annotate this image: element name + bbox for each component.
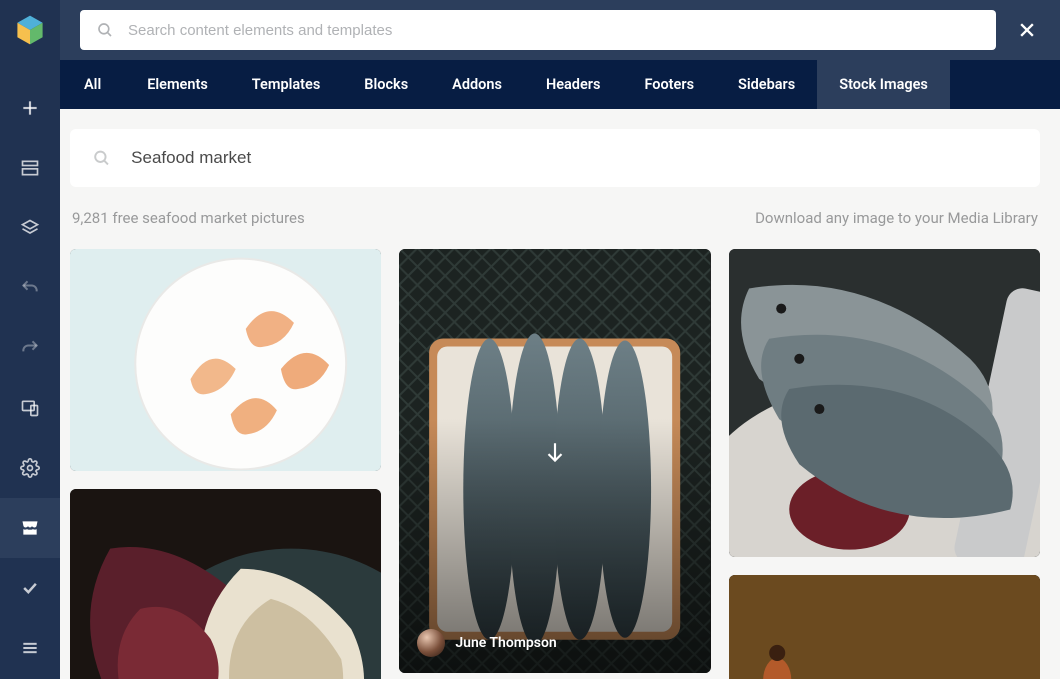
image-card[interactable]: [70, 249, 381, 471]
tab-sidebars[interactable]: Sidebars: [716, 60, 817, 109]
stock-search-input[interactable]: [131, 148, 1018, 168]
stock-search[interactable]: [70, 129, 1040, 187]
tab-templates[interactable]: Templates: [230, 60, 343, 109]
author-name: June Thompson: [455, 635, 556, 651]
content-area: 9,281 free seafood market pictures Downl…: [60, 109, 1060, 679]
results-hint: Download any image to your Media Library: [755, 209, 1038, 227]
sidebar-layers[interactable]: [0, 198, 60, 258]
search-icon: [92, 148, 111, 168]
close-icon: [1017, 20, 1037, 40]
image-card[interactable]: [70, 489, 381, 679]
download-button[interactable]: [535, 433, 575, 473]
tab-all[interactable]: All: [60, 60, 125, 109]
sidebar-devices[interactable]: [0, 378, 60, 438]
sidebar-menu[interactable]: [0, 618, 60, 678]
image-card-hovered[interactable]: June Thompson: [399, 249, 710, 673]
sidebar-add[interactable]: [0, 78, 60, 138]
tab-headers[interactable]: Headers: [524, 60, 623, 109]
sidebar-redo[interactable]: [0, 318, 60, 378]
image-card[interactable]: [729, 575, 1040, 679]
app-logo: [12, 12, 48, 48]
close-button[interactable]: [1014, 17, 1040, 43]
tab-stock-images[interactable]: Stock Images: [817, 60, 950, 109]
sidebar-layout[interactable]: [0, 138, 60, 198]
avatar: [417, 629, 445, 657]
global-search-input[interactable]: [128, 22, 980, 39]
category-tabs: All Elements Templates Blocks Addons Hea…: [60, 60, 1060, 109]
sidebar-undo[interactable]: [0, 258, 60, 318]
tab-elements[interactable]: Elements: [125, 60, 230, 109]
global-search[interactable]: [80, 10, 996, 50]
left-sidebar: [0, 0, 60, 679]
tab-blocks[interactable]: Blocks: [342, 60, 430, 109]
sidebar-store[interactable]: [0, 498, 60, 558]
main-panel: All Elements Templates Blocks Addons Hea…: [60, 0, 1060, 679]
sidebar-settings[interactable]: [0, 438, 60, 498]
download-icon: [542, 440, 568, 466]
search-icon: [96, 21, 114, 39]
image-card[interactable]: [729, 249, 1040, 557]
results-meta: 9,281 free seafood market pictures Downl…: [70, 209, 1040, 227]
tab-addons[interactable]: Addons: [430, 60, 524, 109]
tab-footers[interactable]: Footers: [622, 60, 716, 109]
image-gallery: June Thompson: [70, 249, 1040, 679]
sidebar-check[interactable]: [0, 558, 60, 618]
image-author[interactable]: June Thompson: [417, 629, 556, 657]
results-count: 9,281 free seafood market pictures: [72, 209, 305, 227]
top-bar: [60, 0, 1060, 60]
